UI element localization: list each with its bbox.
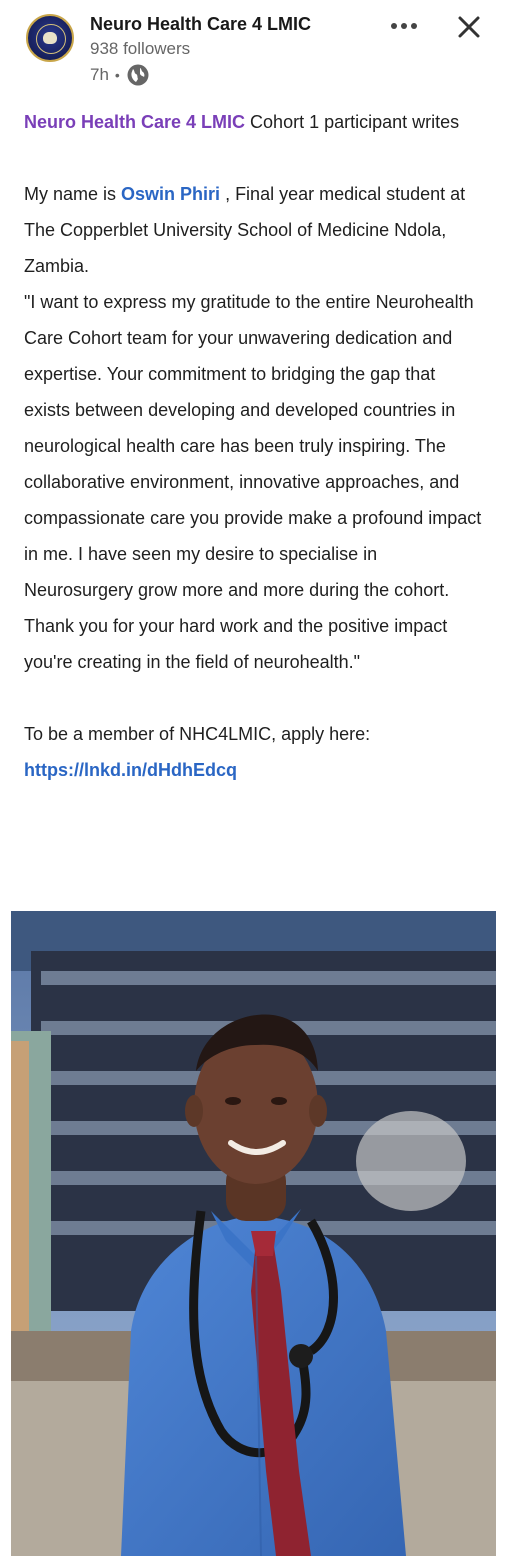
more-horizontal-icon	[391, 23, 417, 29]
company-mention-link[interactable]: Neuro Health Care 4 LMIC	[24, 112, 245, 132]
apply-text: To be a member of NHC4LMIC, apply here:	[24, 724, 371, 744]
globe-icon	[126, 63, 150, 87]
close-button[interactable]	[451, 9, 487, 45]
intro-prefix: My name is	[24, 184, 122, 204]
organization-name[interactable]: Neuro Health Care 4 LMIC	[90, 14, 311, 35]
student-photo	[11, 911, 496, 1556]
organization-logo[interactable]	[26, 14, 74, 62]
post-header: Neuro Health Care 4 LMIC 938 followers 7…	[0, 0, 508, 96]
post-time: 7h	[90, 65, 109, 84]
close-icon	[458, 16, 480, 38]
post-meta: 7h •	[90, 63, 150, 87]
post-intro: Neuro Health Care 4 LMIC Cohort 1 partic…	[24, 104, 484, 140]
intro-text: Cohort 1 participant writes	[245, 112, 460, 132]
more-options-button[interactable]	[388, 10, 420, 42]
testimonial-quote: "I want to express my gratitude to the e…	[24, 292, 482, 672]
brain-icon	[43, 32, 57, 44]
post-image[interactable]	[11, 911, 496, 1556]
post-body: Neuro Health Care 4 LMIC Cohort 1 partic…	[24, 104, 484, 788]
person-mention-link[interactable]: Oswin Phiri	[121, 184, 220, 204]
apply-link[interactable]: https://lnkd.in/dHdhEdcq	[24, 760, 237, 780]
separator-dot: •	[114, 67, 120, 83]
follower-count: 938 followers	[90, 39, 191, 58]
participant-intro: My name is Oswin Phiri , Final year medi…	[24, 176, 484, 284]
